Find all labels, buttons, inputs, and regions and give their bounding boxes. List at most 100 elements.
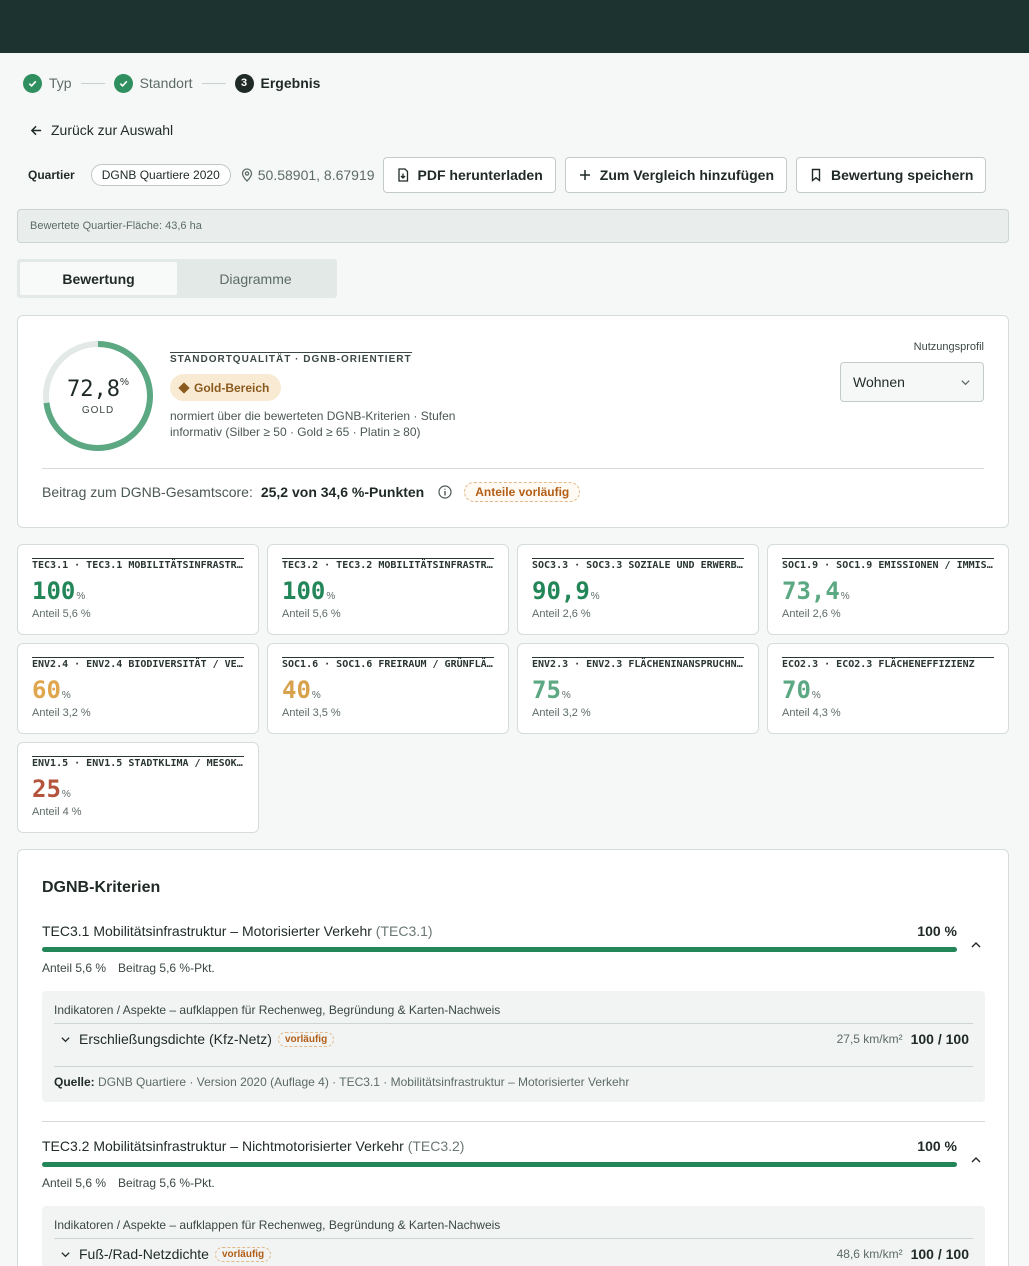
criterion-title: TEC3.1 · TEC3.1 MOBILITÄTSINFRASTRUKTUR …	[32, 558, 244, 571]
indicator-heading: Indikatoren / Aspekte – aufklappen für R…	[54, 1003, 973, 1024]
criterion-title: ECO2.3 · ECO2.3 FLÄCHENEFFIZIENZ	[782, 657, 994, 670]
criterion-card[interactable]: SOC1.6 · SOC1.6 FREIRAUM / GRÜNFLÄCHEN 40…	[267, 643, 509, 734]
criterion-card[interactable]: TEC3.1 · TEC3.1 MOBILITÄTSINFRASTRUKTUR …	[17, 544, 259, 635]
chevron-down-icon	[61, 1036, 70, 1042]
arrow-left-icon	[30, 125, 42, 135]
indicator-panel: Indikatoren / Aspekte – aufklappen für R…	[42, 1206, 985, 1266]
criterion-meta: Anteil 5,6 % Beitrag 5,6 %-Pkt.	[42, 1176, 215, 1190]
criterion-separator	[42, 1121, 985, 1122]
criterion-card[interactable]: ECO2.3 · ECO2.3 FLÄCHENEFFIZIENZ 70% Antei…	[767, 643, 1009, 734]
criterion-value: 100%	[282, 577, 336, 605]
step-label: Standort	[139, 75, 193, 91]
criterion-share: Anteil 3,2 %	[532, 707, 591, 719]
add-to-compare-button[interactable]: Zum Vergleich hinzufügen	[564, 157, 788, 193]
dgnb-criteria-title: DGNB-Kriterien	[42, 879, 161, 896]
score-value: 72,8%	[67, 376, 129, 402]
criterion-share: Anteil 4,3 %	[782, 707, 841, 719]
type-label: Quartier	[28, 168, 75, 182]
coordinates-text: 50.58901, 8.67919	[257, 167, 375, 183]
criterion-value: 25%	[32, 775, 71, 803]
criterion-row[interactable]: TEC3.1 Mobilitätsinfrastruktur – Motoris…	[42, 923, 986, 1102]
criterion-header: TEC3.2 Mobilitätsinfrastruktur – Nichtmo…	[42, 1138, 986, 1154]
step-ergebnis: 3 Ergebnis	[234, 73, 320, 93]
indicator-row[interactable]: Fuß-/Rad-Netzdichte vorläufig 48,6 km/km² 1…	[60, 1246, 969, 1262]
divider	[42, 468, 984, 469]
criterion-progress	[42, 1162, 957, 1167]
gold-badge: Gold-Bereich	[170, 374, 282, 401]
bookmark-icon	[811, 168, 821, 182]
pdf-download-button[interactable]: PDF herunterladen	[382, 157, 556, 193]
source-line: Quelle: DGNB Quartiere · Version 2020 (A…	[54, 1066, 973, 1089]
provisional-badge: vorläufig	[277, 1031, 335, 1047]
score-level: GOLD	[81, 404, 115, 416]
save-rating-label: Bewertung speichern	[831, 167, 974, 183]
indicator-score: 100 / 100	[910, 1246, 969, 1262]
stepper: Typ Standort 3 Ergebnis	[23, 73, 320, 93]
criterion-card[interactable]: SOC1.9 · SOC1.9 EMISSIONEN / IMMISSIONEN…	[767, 544, 1009, 635]
criterion-title: SOC1.6 · SOC1.6 FREIRAUM / GRÜNFLÄCHEN	[282, 657, 494, 670]
criterion-title: TEC3.2 · TEC3.2 MOBILITÄTSINFRASTRUKTUR …	[282, 558, 494, 571]
area-info: Bewertete Quartier-Fläche: 43,6 ha	[17, 209, 1009, 243]
criterion-value: 90,9%	[532, 577, 600, 605]
pdf-download-label: PDF herunterladen	[417, 167, 543, 183]
criterion-title: ENV2.4 · ENV2.4 BIODIVERSITÄT / VERNETZU…	[32, 657, 244, 670]
criterion-card[interactable]: ENV2.3 · ENV2.3 FLÄCHENINANSPRUCHNAHME 75…	[517, 643, 759, 734]
gold-badge-label: Gold-Bereich	[194, 380, 270, 395]
criterion-title: SOC1.9 · SOC1.9 EMISSIONEN / IMMISSIONEN	[782, 558, 994, 571]
add-to-compare-label: Zum Vergleich hinzufügen	[599, 167, 775, 183]
score-description: normiert über die bewerteten DGNB-Kriter…	[170, 409, 456, 439]
provisional-badge: Anteile vorläufig	[464, 482, 581, 502]
criterion-title: SOC3.3 · SOC3.3 SOZIALE UND ERWERBSWIRTS…	[532, 558, 744, 571]
criterion-header: TEC3.1 Mobilitätsinfrastruktur – Motoris…	[42, 923, 986, 939]
criterion-card[interactable]: TEC3.2 · TEC3.2 MOBILITÄTSINFRASTRUKTUR …	[267, 544, 509, 635]
indicator-row[interactable]: Erschließungsdichte (Kfz-Netz) vorläufig 2…	[60, 1031, 969, 1047]
quality-title: STANDORTQUALITÄT · DGNB-ORIENTIERT	[170, 352, 412, 365]
step-number: 3	[234, 73, 254, 93]
criterion-value: 40%	[282, 676, 321, 704]
criterion-meta: Anteil 5,6 % Beitrag 5,6 %-Pkt.	[42, 961, 215, 975]
criterion-share: Anteil 3,2 %	[32, 707, 91, 719]
step-divider	[80, 82, 105, 84]
tab-diagramme[interactable]: Diagramme	[177, 262, 334, 295]
tab-bewertung[interactable]: Bewertung	[20, 262, 177, 295]
indicator-heading: Indikatoren / Aspekte – aufklappen für R…	[54, 1218, 973, 1239]
chevron-down-icon	[61, 1251, 70, 1257]
indicator-panel: Indikatoren / Aspekte – aufklappen für R…	[42, 991, 985, 1102]
contribution-label: Beitrag zum DGNB-Gesamtscore:	[42, 484, 253, 500]
criterion-title: ENV1.5 · ENV1.5 STADTKLIMA / MESOKLIMA	[32, 756, 244, 769]
criterion-share: Anteil 3,5 %	[282, 707, 341, 719]
criterion-share: Anteil 5,6 %	[32, 608, 91, 620]
scheme-chip: DGNB Quartiere 2020	[90, 164, 231, 186]
criterion-share: Anteil 2,6 %	[532, 608, 591, 620]
usage-profile-select[interactable]: Wohnen	[840, 362, 984, 402]
criterion-share: Anteil 5,6 %	[282, 608, 341, 620]
indicator-measure: 27,5 km/km²	[836, 1032, 903, 1046]
view-tabs: Bewertung Diagramme	[17, 259, 337, 298]
diamond-icon	[178, 381, 190, 394]
usage-profile-label: Nutzungsprofil	[913, 341, 984, 353]
chevron-up-icon[interactable]	[970, 1154, 982, 1166]
indicator-score: 100 / 100	[910, 1031, 969, 1047]
file-download-icon	[397, 168, 408, 182]
dgnb-criteria-card: DGNB-Kriterien TEC3.1 Mobilitätsinfrastr…	[17, 849, 1009, 1266]
info-icon[interactable]	[438, 485, 452, 499]
plus-icon	[579, 170, 590, 180]
result-info-bar: Quartier DGNB Quartiere 2020 50.58901, 8…	[18, 157, 995, 193]
coordinates: 50.58901, 8.67919	[241, 167, 375, 183]
usage-profile-value: Wohnen	[853, 374, 905, 390]
criterion-title: ENV2.3 · ENV2.3 FLÄCHENINANSPRUCHNAHME	[532, 657, 744, 670]
criterion-card[interactable]: ENV1.5 · ENV1.5 STADTKLIMA / MESOKLIMA 25…	[17, 742, 259, 833]
criterion-row[interactable]: TEC3.2 Mobilitätsinfrastruktur – Nichtmo…	[42, 1138, 986, 1266]
criterion-card[interactable]: SOC3.3 · SOC3.3 SOZIALE UND ERWERBSWIRTS…	[517, 544, 759, 635]
check-icon	[113, 73, 133, 93]
step-standort[interactable]: Standort	[113, 73, 193, 93]
criterion-progress-fill	[42, 1162, 957, 1167]
chevron-up-icon[interactable]	[970, 939, 982, 951]
step-typ[interactable]: Typ	[23, 73, 72, 93]
criterion-card[interactable]: ENV2.4 · ENV2.4 BIODIVERSITÄT / VERNETZU…	[17, 643, 259, 734]
chevron-down-icon	[961, 379, 970, 385]
save-rating-button[interactable]: Bewertung speichern	[796, 157, 987, 193]
back-link[interactable]: Zurück zur Auswahl	[30, 122, 173, 138]
indicator-measure: 48,6 km/km²	[836, 1247, 903, 1261]
criterion-name: TEC3.2 Mobilitätsinfrastruktur – Nichtmo…	[42, 1138, 465, 1154]
